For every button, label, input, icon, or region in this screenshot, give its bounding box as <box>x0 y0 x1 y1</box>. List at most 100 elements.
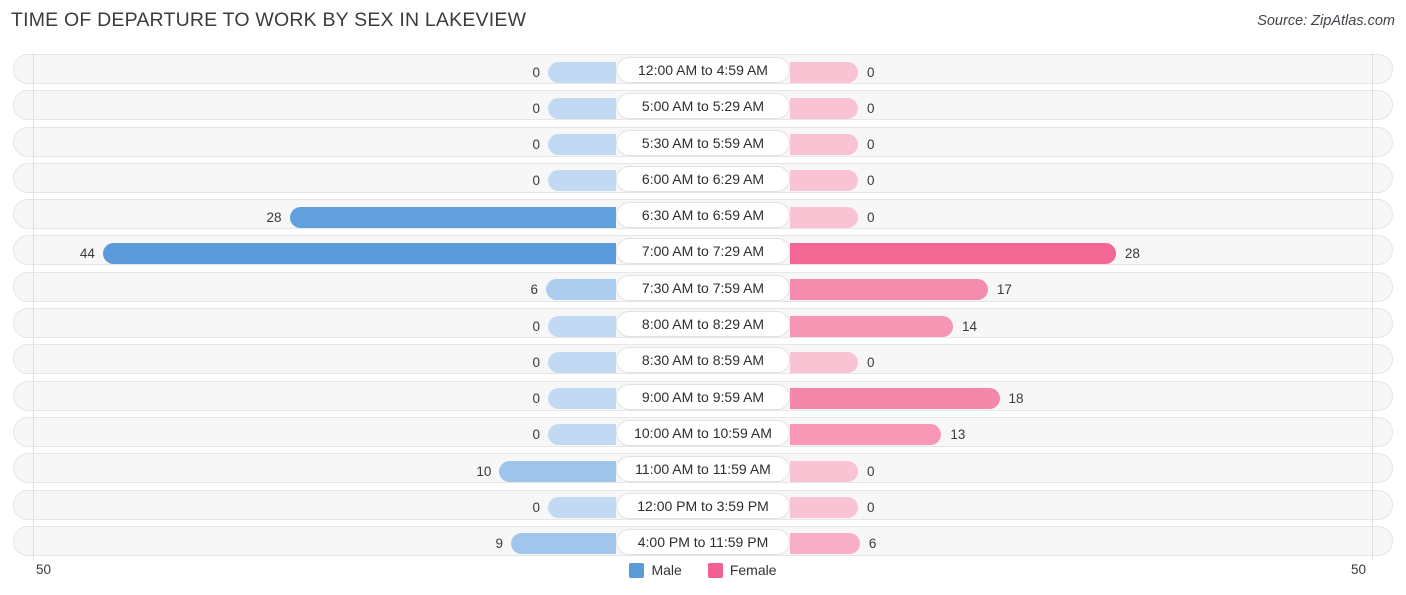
chart-row: 0 0 5:30 AM to 5:59 AM <box>0 124 1406 161</box>
legend-label: Male <box>651 562 682 578</box>
chart-row: 0 0 5:00 AM to 5:29 AM <box>0 88 1406 125</box>
legend-item[interactable]: Male <box>629 562 682 578</box>
male-value-label: 44 <box>79 245 95 261</box>
female-bar <box>790 134 858 156</box>
female-value-label: 18 <box>1008 391 1024 407</box>
female-bar <box>790 460 858 482</box>
chart-header: TIME OF DEPARTURE TO WORK BY SEX IN LAKE… <box>0 0 1406 42</box>
chart-row: 0 0 6:00 AM to 6:29 AM <box>0 160 1406 198</box>
female-value-label: 0 <box>867 137 875 153</box>
female-value-label: 0 <box>867 64 875 80</box>
male-value-label: 0 <box>532 100 540 116</box>
male-bar <box>548 388 616 410</box>
female-bar <box>790 206 858 228</box>
male-value-label: 0 <box>532 427 540 443</box>
male-bar <box>548 315 616 337</box>
chart-row: 0 18 9:00 AM to 9:59 AM <box>0 378 1406 415</box>
chart-row: 0 0 12:00 PM to 3:59 PM <box>0 487 1406 524</box>
female-value-label: 0 <box>867 209 875 225</box>
category-label: 6:00 AM to 6:29 AM <box>616 165 790 192</box>
axis-line-left <box>33 124 34 161</box>
female-bar <box>790 279 988 301</box>
axis-line-left <box>33 378 34 415</box>
male-bar <box>499 460 616 482</box>
legend-item[interactable]: Female <box>707 562 777 578</box>
female-value-label: 0 <box>867 173 875 189</box>
male-value-label: 0 <box>532 354 540 370</box>
category-label: 5:00 AM to 5:29 AM <box>616 93 790 120</box>
male-value-label: 28 <box>266 209 282 225</box>
chart-rows: 0 0 12:00 AM to 4:59 AM 0 0 5:00 AM to 5:29 A… <box>0 52 1406 561</box>
axis-line-right <box>1372 342 1373 379</box>
axis-line-left <box>33 342 34 379</box>
chart-row: 9 6 4:00 PM to 11:59 PM <box>0 523 1406 561</box>
axis-line-right <box>1372 197 1373 234</box>
male-bar <box>548 497 616 519</box>
axis-line-right <box>1372 160 1373 198</box>
chart-row: 0 13 10:00 AM to 10:59 AM <box>0 414 1406 452</box>
male-bar <box>548 61 616 83</box>
male-bar <box>548 424 616 446</box>
female-bar <box>790 170 858 192</box>
legend-swatch-icon <box>629 562 645 578</box>
axis-line-left <box>33 414 34 452</box>
male-value-label: 0 <box>532 173 540 189</box>
category-label: 9:00 AM to 9:59 AM <box>616 383 790 410</box>
male-value-label: 10 <box>476 463 492 479</box>
female-value-label: 0 <box>867 100 875 116</box>
male-bar <box>511 533 616 555</box>
chart-row: 10 0 11:00 AM to 11:59 AM <box>0 451 1406 488</box>
female-value-label: 17 <box>996 282 1012 298</box>
male-bar <box>548 134 616 156</box>
female-bar <box>790 97 858 119</box>
male-bar <box>546 279 616 301</box>
female-bar <box>790 242 1116 264</box>
axis-line-right <box>1372 306 1373 343</box>
legend-label: Female <box>729 562 777 578</box>
male-value-label: 9 <box>495 536 504 552</box>
male-value-label: 0 <box>532 318 540 334</box>
female-bar <box>790 424 942 446</box>
chart-row: 6 17 7:30 AM to 7:59 AM <box>0 269 1406 307</box>
axis-line-left <box>33 451 34 488</box>
female-value-label: 14 <box>961 318 977 334</box>
category-label: 4:00 PM to 11:59 PM <box>616 528 790 555</box>
page-title: TIME OF DEPARTURE TO WORK BY SEX IN LAKE… <box>11 9 527 31</box>
category-label: 10:00 AM to 10:59 AM <box>616 419 790 446</box>
axis-line-right <box>1372 124 1373 161</box>
axis-line-left <box>33 52 34 89</box>
female-bar <box>790 61 858 83</box>
male-bar <box>548 97 616 119</box>
axis-line-right <box>1372 52 1373 89</box>
category-label: 12:00 PM to 3:59 PM <box>616 492 790 519</box>
axis-line-left <box>33 233 34 270</box>
source-attribution: Source: ZipAtlas.com <box>1257 13 1395 29</box>
female-value-label: 28 <box>1124 245 1140 261</box>
axis-line-left <box>33 269 34 307</box>
axis-line-right <box>1372 88 1373 125</box>
chart-row: 28 0 6:30 AM to 6:59 AM <box>0 197 1406 234</box>
female-value-label: 6 <box>868 536 877 552</box>
category-label: 6:30 AM to 6:59 AM <box>616 202 790 229</box>
axis-line-right <box>1372 378 1373 415</box>
axis-line-left <box>33 523 34 561</box>
chart-row: 0 0 8:30 AM to 8:59 AM <box>0 342 1406 379</box>
axis-line-right <box>1372 523 1373 561</box>
female-bar <box>790 351 858 373</box>
category-label: 7:00 AM to 7:29 AM <box>616 238 790 265</box>
male-value-label: 0 <box>532 64 540 80</box>
male-bar <box>548 170 616 192</box>
category-label: 12:00 AM to 4:59 AM <box>616 57 790 83</box>
axis-line-left <box>33 88 34 125</box>
legend-swatch-icon <box>707 562 723 578</box>
female-bar <box>790 533 860 555</box>
axis-line-left <box>33 160 34 198</box>
female-bar <box>790 388 1000 410</box>
category-label: 5:30 AM to 5:59 AM <box>616 129 790 156</box>
male-value-label: 6 <box>530 282 539 298</box>
chart-legend: Male Female <box>0 562 1406 578</box>
female-bar <box>790 315 953 337</box>
male-value-label: 0 <box>532 391 540 407</box>
female-value-label: 0 <box>867 500 875 516</box>
category-label: 8:00 AM to 8:29 AM <box>616 311 790 338</box>
